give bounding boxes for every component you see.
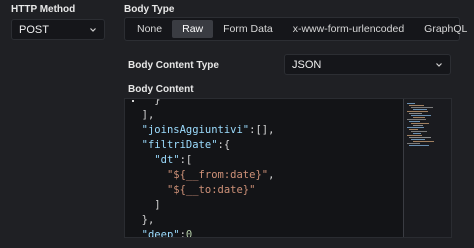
code-line: ]	[129, 198, 274, 213]
code-line: },	[129, 213, 274, 228]
code-token: ]	[154, 199, 161, 211]
body-content-label: Body Content	[128, 84, 194, 95]
code-token: :[],	[249, 124, 275, 136]
body-content-type-label: Body Content Type	[128, 60, 219, 71]
minimap-line	[413, 125, 423, 126]
code-fragment-mark	[132, 100, 134, 102]
minimap-line	[413, 117, 425, 118]
body-type-segmented-control: None Raw Form Data x-www-form-urlencoded…	[124, 17, 467, 41]
minimap-line	[409, 105, 424, 106]
code-line: "dt":[	[129, 153, 274, 168]
code-token: "deep"	[141, 229, 180, 238]
minimap-line	[409, 137, 431, 138]
code-token: },	[141, 214, 155, 226]
tab-raw[interactable]: Raw	[172, 20, 214, 38]
minimap-line	[407, 111, 428, 112]
minimap-line	[409, 145, 429, 146]
minimap-line	[411, 131, 427, 132]
chevron-down-icon	[90, 27, 96, 32]
minimap-line	[413, 141, 434, 142]
http-method-value: POST	[19, 23, 49, 36]
code-line: "${__to:date}"	[129, 183, 274, 198]
minimap-line	[409, 113, 422, 114]
code-line: "filtriDate":{	[129, 138, 274, 153]
minimap-line	[411, 123, 429, 124]
http-method-label: HTTP Method	[11, 4, 76, 15]
code-line: }	[129, 98, 274, 108]
tab-none[interactable]: None	[127, 20, 172, 38]
minimap-line	[407, 127, 424, 128]
minimap-line	[411, 115, 431, 116]
code-token: "${__to:date}"	[166, 184, 256, 196]
code-line: ],	[129, 108, 274, 123]
minimap-line	[413, 133, 421, 134]
chevron-down-icon	[436, 62, 442, 67]
tab-x-www-form-urlencoded[interactable]: x-www-form-urlencoded	[283, 20, 414, 38]
code-token: "joinsAggiuntivi"	[141, 124, 250, 136]
code-token: "dt"	[154, 154, 180, 166]
tab-form-data[interactable]: Form Data	[213, 20, 283, 38]
code-editor[interactable]: } ], "joinsAggiuntivi":[], "filtriDate":…	[124, 98, 452, 238]
tab-graphql[interactable]: GraphQL	[414, 20, 474, 38]
code-token: ,	[268, 169, 275, 181]
http-method-select[interactable]: POST	[11, 19, 105, 40]
minimap-line	[407, 135, 422, 136]
code-line: "${__from:date}",	[129, 168, 274, 183]
code-token: :[	[179, 154, 193, 166]
minimap-line	[413, 109, 427, 110]
code-token: "${__from:date}"	[166, 169, 269, 181]
code-token: 0	[185, 229, 193, 238]
code-text[interactable]: } ], "joinsAggiuntivi":[], "filtriDate":…	[129, 98, 275, 238]
code-token: ],	[141, 109, 155, 121]
code-token: }	[154, 98, 161, 106]
minimap-line	[409, 129, 418, 130]
minimap-line	[407, 119, 426, 120]
code-token: "filtriDate"	[141, 139, 218, 151]
minimap-line	[407, 103, 415, 104]
minimap-line	[411, 139, 425, 140]
body-content-type-select[interactable]: JSON	[284, 54, 451, 75]
code-line: "joinsAggiuntivi":[],	[129, 123, 275, 138]
minimap-line	[409, 121, 420, 122]
body-type-label: Body Type	[124, 4, 175, 15]
body-content-type-value: JSON	[292, 58, 322, 71]
code-token: :{	[217, 139, 231, 151]
editor-minimap[interactable]	[404, 99, 451, 237]
minimap-line	[411, 107, 433, 108]
code-line: "deep":0	[129, 228, 274, 238]
minimap-line	[407, 143, 420, 144]
